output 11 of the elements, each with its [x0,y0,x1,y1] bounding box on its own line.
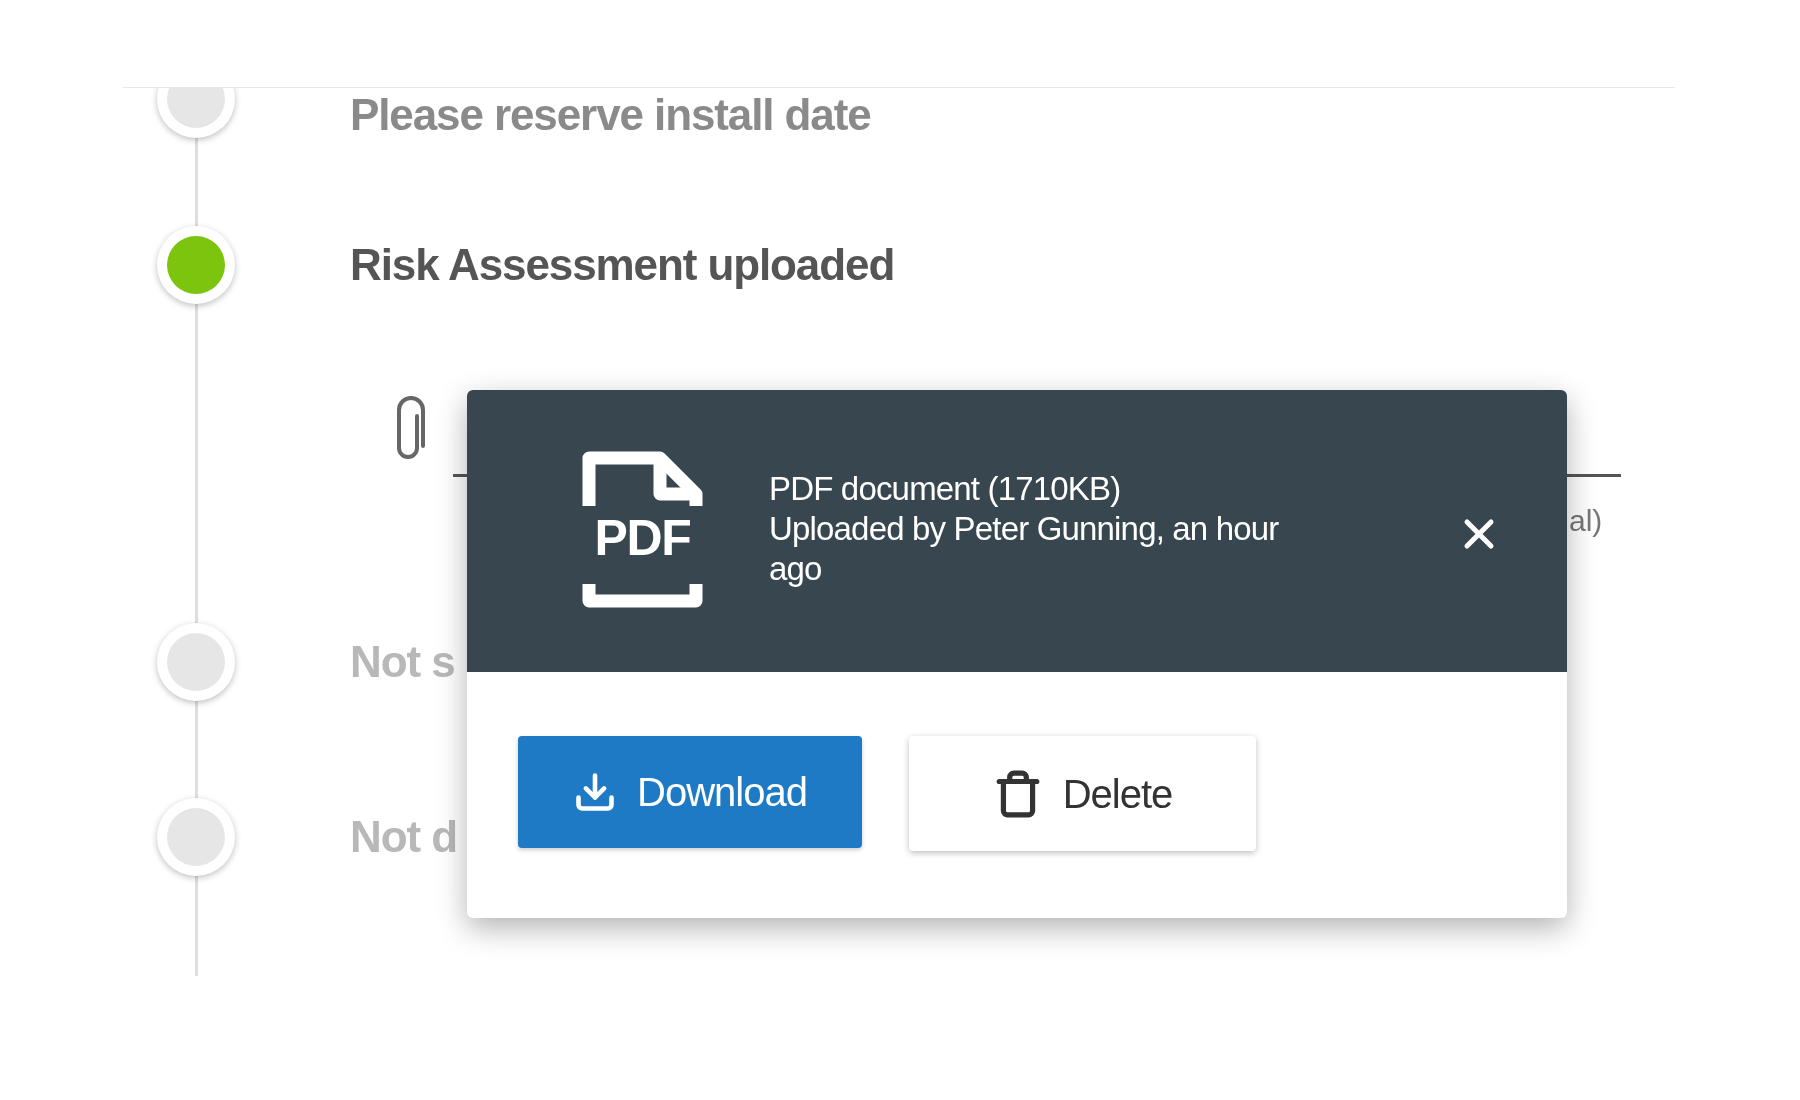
step-title: Not s [350,636,455,688]
file-upload-info: Uploaded by Peter Gunning, an hour ago [769,509,1280,589]
document-icon [582,451,703,608]
delete-button[interactable]: Delete [909,736,1256,851]
file-type-label: PDF [593,513,692,563]
field-hint: al) [1569,506,1603,536]
file-title: PDF document (1710KB) [769,469,1122,509]
step-title: Not d [350,811,457,863]
step-title: Risk Assessment uploaded [350,239,895,291]
step-title: Please reserve install date [350,89,871,141]
download-button[interactable]: Download [518,736,862,848]
